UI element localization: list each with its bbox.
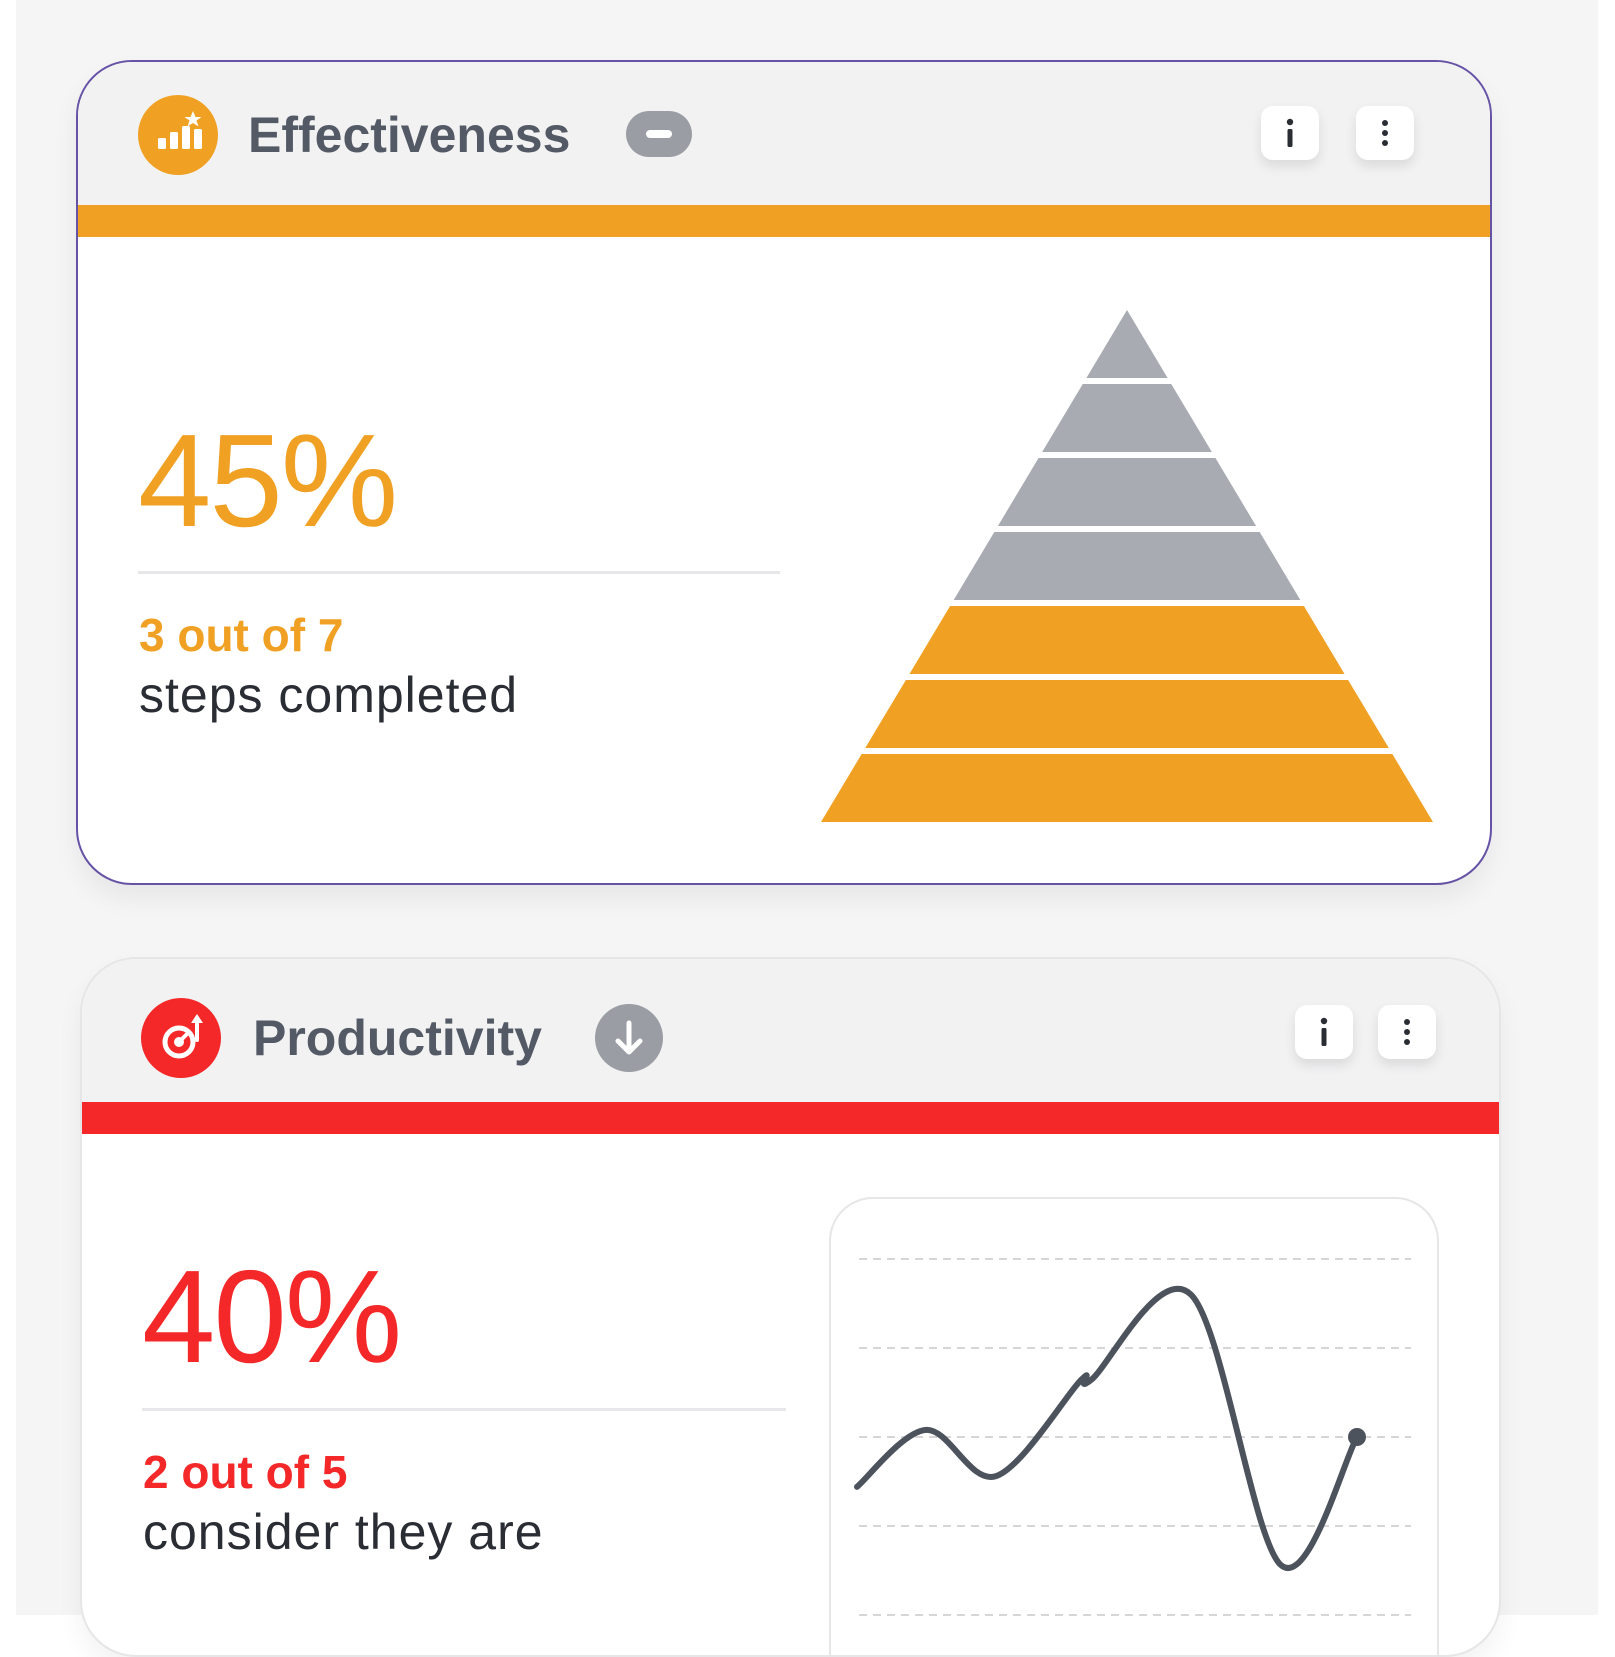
steps-count: 3 out of 7 bbox=[139, 609, 344, 661]
productivity-speedometer-icon bbox=[141, 998, 221, 1078]
more-options-button[interactable] bbox=[1378, 1005, 1436, 1059]
trend-chart-svg bbox=[854, 1258, 1411, 1616]
card-title: Effectiveness bbox=[248, 107, 571, 163]
more-options-button[interactable] bbox=[1356, 106, 1414, 160]
pyramid-level-1 bbox=[821, 754, 1433, 822]
effectiveness-bar-chart-icon bbox=[138, 95, 218, 175]
info-icon bbox=[1286, 118, 1294, 147]
vertical-dots-icon bbox=[1404, 1019, 1410, 1045]
effectiveness-pyramid bbox=[821, 310, 1433, 822]
pyramid-level-5 bbox=[997, 458, 1257, 526]
effectiveness-accent-bar bbox=[78, 205, 1490, 237]
divider bbox=[138, 571, 780, 574]
pyramid-level-7 bbox=[1086, 310, 1168, 378]
card-title: Productivity bbox=[253, 1010, 542, 1066]
respondents-count: 2 out of 5 bbox=[143, 1446, 348, 1498]
vertical-dots-icon bbox=[1382, 120, 1388, 146]
productivity-card: Productivity 40% 2 out of 5 consider the… bbox=[80, 957, 1501, 1657]
trend-end-marker bbox=[1348, 1428, 1366, 1446]
arrow-down-icon bbox=[615, 1020, 643, 1055]
pyramid-level-4 bbox=[953, 532, 1301, 600]
effectiveness-card: Effectiveness 45% 3 out of 7 steps compl… bbox=[76, 60, 1492, 885]
productivity-accent-bar bbox=[82, 1102, 1499, 1134]
pyramid-level-6 bbox=[1042, 384, 1212, 452]
effectiveness-card-header: Effectiveness bbox=[78, 62, 1490, 205]
effectiveness-percentage: 45% bbox=[138, 407, 398, 554]
info-button[interactable] bbox=[1261, 106, 1319, 160]
productivity-card-header: Productivity bbox=[82, 959, 1499, 1102]
productivity-percentage: 40% bbox=[142, 1243, 402, 1390]
pyramid-level-2 bbox=[865, 680, 1389, 748]
productivity-trend-chart bbox=[829, 1197, 1439, 1655]
trend-badge-neutral bbox=[626, 111, 692, 157]
minus-icon bbox=[646, 130, 672, 138]
pyramid-level-3 bbox=[909, 606, 1345, 674]
divider bbox=[142, 1408, 786, 1411]
steps-description: steps completed bbox=[139, 667, 519, 723]
info-icon bbox=[1320, 1017, 1328, 1046]
respondents-description: consider they are bbox=[143, 1504, 544, 1560]
trend-badge-down bbox=[595, 1004, 663, 1072]
info-button[interactable] bbox=[1295, 1005, 1353, 1059]
